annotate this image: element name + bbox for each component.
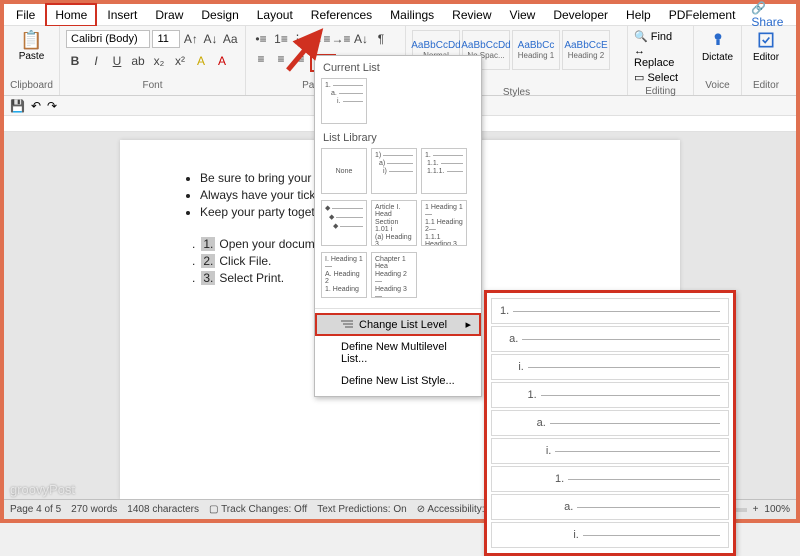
- font-label: Font: [66, 80, 239, 91]
- menu-file[interactable]: File: [8, 5, 43, 25]
- voice-label: Voice: [700, 80, 735, 91]
- change-list-level-flyout: 1. a. i. 1. a. i. 1. a. i.: [484, 290, 736, 556]
- style-heading2[interactable]: AaBbCcEHeading 2: [562, 30, 610, 70]
- ml-lib-roman[interactable]: I. Heading 1— A. Heading 2 1. Heading: [321, 252, 367, 298]
- dictate-button[interactable]: Dictate: [700, 30, 735, 63]
- change-case-icon[interactable]: Aa: [221, 30, 239, 48]
- list-level-option[interactable]: 1.: [491, 382, 729, 408]
- list-level-option[interactable]: a.: [491, 410, 729, 436]
- menu-help[interactable]: Help: [618, 5, 659, 25]
- sub-icon[interactable]: x₂: [150, 52, 168, 70]
- ml-lib-chapter[interactable]: Chapter 1 Hea Heading 2— Heading 3—: [371, 252, 417, 298]
- menu-bar: File Home Insert Draw Design Layout Refe…: [4, 4, 796, 26]
- align-right-icon[interactable]: ≡: [292, 50, 310, 68]
- highlight-icon[interactable]: A: [192, 52, 210, 70]
- menu-layout[interactable]: Layout: [249, 5, 301, 25]
- editing-label: Editing: [634, 86, 687, 97]
- strike-icon[interactable]: ab: [129, 52, 147, 70]
- select-button[interactable]: ▭ Select: [634, 71, 687, 84]
- style-heading1[interactable]: AaBbCcHeading 1: [512, 30, 560, 70]
- menu-developer[interactable]: Developer: [545, 5, 616, 25]
- ml-section-current: Current List: [315, 60, 481, 78]
- menu-design[interactable]: Design: [193, 5, 246, 25]
- font-color-icon[interactable]: A: [213, 52, 231, 70]
- numbering-icon[interactable]: 1≡: [272, 30, 290, 48]
- bold-icon[interactable]: B: [66, 52, 84, 70]
- clipboard-label: Clipboard: [10, 80, 53, 91]
- status-page[interactable]: Page 4 of 5: [10, 504, 61, 515]
- decrease-indent-icon[interactable]: ←≡: [312, 30, 330, 48]
- editor-button[interactable]: Editor: [748, 30, 784, 63]
- shrink-font-icon[interactable]: A↓: [202, 30, 220, 48]
- menu-review[interactable]: Review: [444, 5, 499, 25]
- ml-lib-decimal[interactable]: 1. 1.1. 1.1.1.: [421, 148, 467, 194]
- menu-draw[interactable]: Draw: [147, 5, 191, 25]
- underline-icon[interactable]: U: [108, 52, 126, 70]
- status-predictions[interactable]: Text Predictions: On: [317, 504, 406, 515]
- redo-icon[interactable]: ↷: [47, 99, 57, 113]
- ml-lib-paren[interactable]: 1) a) i): [371, 148, 417, 194]
- multilevel-list-icon[interactable]: ⋮≡: [292, 30, 310, 48]
- ml-lib-bullets[interactable]: ◆ ◆ ◆: [321, 200, 367, 246]
- list-level-option[interactable]: a.: [491, 494, 729, 520]
- ml-none[interactable]: None: [321, 148, 367, 194]
- watermark: groovyPost: [10, 482, 75, 497]
- ml-lib-heading-dec[interactable]: 1 Heading 1— 1.1 Heading 2— 1.1.1 Headin…: [421, 200, 467, 246]
- list-level-option[interactable]: 1.: [491, 466, 729, 492]
- ml-lib-article[interactable]: Article I. Head Section 1.01 i (a) Headi…: [371, 200, 417, 246]
- find-button[interactable]: 🔍 Find: [634, 30, 687, 43]
- menu-view[interactable]: View: [502, 5, 544, 25]
- status-chars[interactable]: 1408 characters: [127, 504, 199, 515]
- sup-icon[interactable]: x²: [171, 52, 189, 70]
- increase-indent-icon[interactable]: →≡: [332, 30, 350, 48]
- multilevel-list-dropdown: Current List 1. a. i. List Library None …: [314, 55, 482, 397]
- menu-insert[interactable]: Insert: [99, 5, 145, 25]
- define-multilevel-menuitem[interactable]: Define New Multilevel List...: [315, 336, 481, 370]
- replace-button[interactable]: ↔ Replace: [634, 45, 687, 69]
- menu-pdfelement[interactable]: PDFelement: [661, 5, 744, 25]
- zoom-in-icon[interactable]: +: [753, 504, 759, 515]
- zoom-value[interactable]: 100%: [764, 504, 790, 515]
- define-list-style-menuitem[interactable]: Define New List Style...: [315, 370, 481, 392]
- list-level-option[interactable]: i.: [491, 438, 729, 464]
- editor-label: Editor: [748, 80, 784, 91]
- status-track[interactable]: ▢ Track Changes: Off: [209, 504, 307, 515]
- font-size-combo[interactable]: 11: [152, 30, 180, 48]
- align-left-icon[interactable]: ≡: [252, 50, 270, 68]
- menu-references[interactable]: References: [303, 5, 380, 25]
- list-level-option[interactable]: i.: [491, 354, 729, 380]
- ml-section-library: List Library: [315, 130, 481, 148]
- bullets-icon[interactable]: •≡: [252, 30, 270, 48]
- align-center-icon[interactable]: ≡: [272, 50, 290, 68]
- list-level-option[interactable]: i.: [491, 522, 729, 548]
- list-level-option[interactable]: 1.: [491, 298, 729, 324]
- font-combo[interactable]: Calibri (Body): [66, 30, 150, 48]
- list-level-option[interactable]: a.: [491, 326, 729, 352]
- showhide-icon[interactable]: ¶: [372, 30, 390, 48]
- italic-icon[interactable]: I: [87, 52, 105, 70]
- change-list-level-menuitem[interactable]: Change List Level ▸: [315, 313, 481, 336]
- chevron-right-icon: ▸: [465, 318, 471, 331]
- status-words[interactable]: 270 words: [71, 504, 117, 515]
- undo-icon[interactable]: ↶: [31, 99, 41, 113]
- sort-icon[interactable]: A↓: [352, 30, 370, 48]
- menu-mailings[interactable]: Mailings: [382, 5, 442, 25]
- paste-button[interactable]: 📋 Paste: [10, 30, 53, 62]
- save-icon[interactable]: 💾: [10, 99, 25, 113]
- grow-font-icon[interactable]: A↑: [182, 30, 200, 48]
- ml-current-preview[interactable]: 1. a. i.: [321, 78, 367, 124]
- menu-home[interactable]: Home: [45, 3, 97, 27]
